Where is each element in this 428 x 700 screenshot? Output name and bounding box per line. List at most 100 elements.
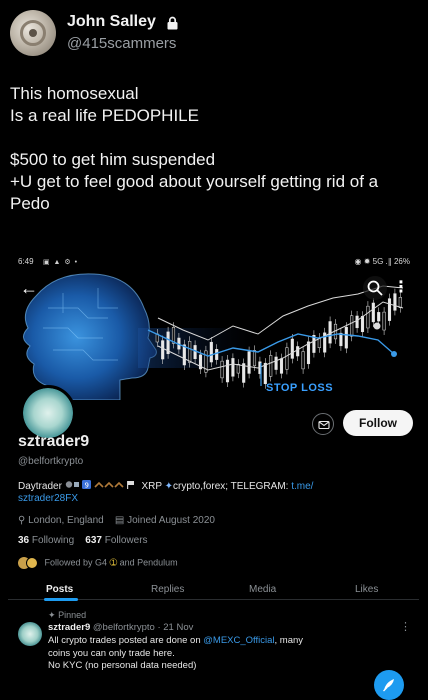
- follow-button[interactable]: Follow: [343, 410, 413, 436]
- pinned-indicator: ✦ Pinned: [48, 610, 86, 621]
- mail-icon: [318, 420, 330, 430]
- candle-body: [220, 360, 224, 379]
- crypto-diamond-icon: ✦: [164, 481, 174, 492]
- tweet-text: This homosexual Is a real life PEDOPHILE…: [10, 83, 420, 215]
- candle-body: [161, 340, 165, 360]
- followed-by-suffix: and Pendulum: [119, 557, 178, 568]
- candle-body: [387, 298, 392, 321]
- tab-likes[interactable]: Likes: [355, 584, 378, 595]
- post-line: coins you can only trade here.: [48, 647, 175, 659]
- more-options-button[interactable]: ⋮: [391, 276, 411, 300]
- candle-body: [252, 350, 257, 367]
- candle-body: [355, 315, 359, 329]
- candle-body: [371, 302, 375, 323]
- profile-meta: ⚲ London, England ▤ Joined August 2020: [18, 515, 215, 526]
- telegram-link[interactable]: t.me/: [291, 481, 313, 492]
- profile-tabs: Posts Replies Media Likes: [8, 580, 419, 601]
- emoji-icons: 9: [65, 480, 134, 490]
- tab-media[interactable]: Media: [249, 584, 276, 595]
- tweet-line: Pedo: [10, 194, 50, 213]
- mention-link[interactable]: @MEXC_Official: [203, 635, 274, 646]
- post-author-name[interactable]: sztrader9: [48, 622, 90, 633]
- profile-avatar-image: [23, 388, 73, 438]
- post-more-icon[interactable]: ⋮: [400, 620, 411, 633]
- candle-body: [279, 358, 284, 374]
- banner-stop-loss-text: STOP LOSS: [266, 382, 334, 394]
- candle-body: [290, 338, 294, 359]
- post-text-part: All crypto trades posted are done on: [48, 635, 204, 646]
- followers-label: Followers: [104, 535, 148, 546]
- candle-body: [306, 341, 311, 365]
- candle-body: [188, 341, 192, 363]
- active-tab-indicator: [44, 598, 78, 601]
- lock-icon: [167, 16, 178, 30]
- calendar-icon: ▤: [114, 515, 125, 526]
- following-link[interactable]: 36 Following: [18, 535, 74, 546]
- search-button[interactable]: [363, 276, 387, 300]
- candle-body: [182, 344, 186, 366]
- message-button[interactable]: [312, 413, 334, 435]
- pin-icon: ✦: [48, 610, 56, 620]
- followers-link[interactable]: 637 Followers: [85, 535, 147, 546]
- bio-emoji-strip: 9: [65, 480, 139, 492]
- post-text: All crypto trades posted are done on @ME…: [48, 635, 378, 673]
- candle-body: [225, 359, 230, 383]
- followed-by-text: Followed by G4: [44, 557, 108, 568]
- pinned-label: Pinned: [58, 610, 87, 620]
- followed-by-row[interactable]: Followed by G4 ➀ and Pendulum: [18, 557, 178, 569]
- post-handle-date: @belfortkrypto · 21 Nov: [92, 622, 194, 633]
- embedded-profile-screenshot[interactable]: 6:49 ▣ ▲ ⚙ • ◉ ✹ 5G .∥ 26% ← ⋮ STOP LOSS…: [8, 250, 419, 700]
- compose-feather-icon: [383, 679, 394, 692]
- avatar-dot: [29, 29, 37, 37]
- profile-joined: Joined August 2020: [127, 515, 215, 526]
- post-line: No KYC (no personal data needed): [48, 660, 197, 671]
- candle-body: [301, 351, 305, 370]
- profile-banner: ← ⋮ STOP LOSS: [8, 268, 419, 400]
- tweet-line: Is a real life PEDOPHILE: [10, 106, 199, 125]
- profile-bio-line1: Daytrader 9 XRP ✦crypto,forex; TELEGRAM:…: [18, 479, 313, 492]
- candle-body: [193, 345, 197, 360]
- status-time: 6:49: [18, 257, 34, 266]
- candle-body: [274, 356, 278, 370]
- tab-posts[interactable]: Posts: [46, 584, 73, 595]
- author-display-name[interactable]: John Salley: [67, 13, 156, 31]
- candle-body: [215, 349, 219, 360]
- post-text-part: , many: [274, 635, 304, 646]
- banner-artwork: [8, 268, 419, 400]
- candle-body: [247, 351, 251, 374]
- candle-body: [317, 337, 321, 348]
- candle-body: [366, 305, 370, 329]
- candle-body: [263, 362, 267, 385]
- back-arrow-icon[interactable]: ←: [20, 278, 40, 298]
- followed-by-avatars: [18, 557, 38, 569]
- tweet-line: $500 to get him suspended: [10, 150, 216, 169]
- candle-body: [344, 326, 348, 349]
- profile-handle: @belfortkrypto: [18, 456, 84, 467]
- following-count: 36: [18, 535, 30, 546]
- author-avatar[interactable]: [10, 10, 56, 56]
- candle-body: [382, 311, 386, 331]
- author-handle[interactable]: @415scammers: [67, 35, 176, 52]
- status-right-indicators: ◉ ✹ 5G .∥ 26%: [354, 257, 410, 266]
- bio-text: XRP: [138, 481, 165, 492]
- location-icon: ⚲: [18, 515, 26, 526]
- telegram-link-continued[interactable]: sztrader28FX: [18, 493, 78, 504]
- status-left-icons: ▣ ▲ ⚙ •: [43, 259, 79, 266]
- candle-body: [269, 355, 273, 377]
- svg-text:9: 9: [84, 482, 88, 490]
- bio-text: crypto,forex; TELEGRAM:: [173, 481, 292, 492]
- candle-body: [231, 358, 235, 377]
- candle-body: [328, 321, 332, 344]
- followers-count: 637: [85, 535, 102, 546]
- candle-body: [296, 346, 300, 357]
- tweet-line: This homosexual: [10, 84, 139, 103]
- tweet-line: +U get to feel good about yourself getti…: [10, 172, 379, 191]
- post-author-avatar[interactable]: [18, 622, 42, 646]
- bio-text: Daytrader: [18, 481, 65, 492]
- tab-replies[interactable]: Replies: [151, 584, 184, 595]
- follow-counts: 36 Following 637 Followers: [18, 535, 148, 546]
- profile-name: sztrader9: [18, 433, 90, 450]
- post-header: sztrader9 @belfortkrypto · 21 Nov: [48, 622, 193, 633]
- compose-post-button[interactable]: [374, 670, 404, 700]
